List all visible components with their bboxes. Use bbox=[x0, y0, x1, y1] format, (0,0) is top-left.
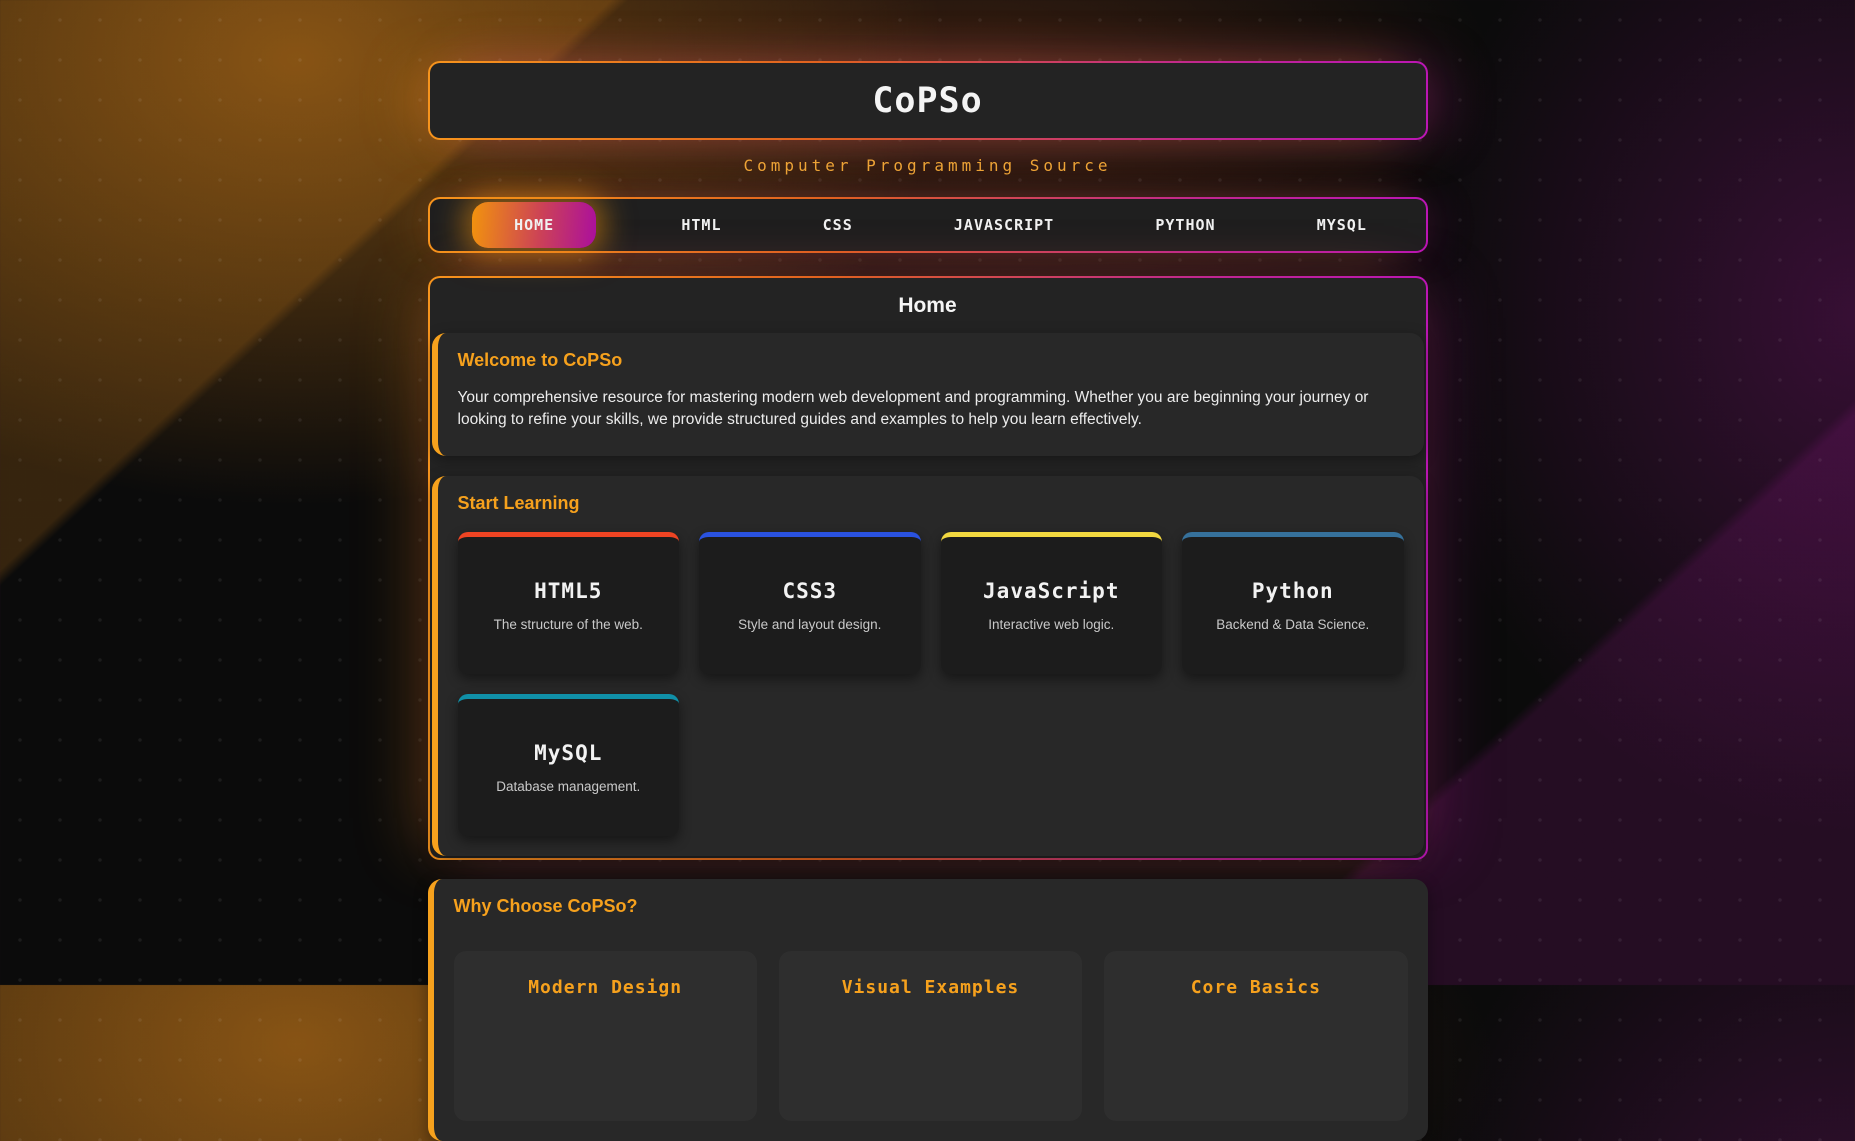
main-nav: HOME HTML CSS JAVASCRIPT PYTHON MYSQL bbox=[428, 197, 1428, 253]
welcome-heading: Welcome to CoPSo bbox=[458, 350, 1404, 371]
course-card-javascript[interactable]: JavaScript Interactive web logic. bbox=[941, 532, 1163, 674]
home-panel: Home Welcome to CoPSo Your comprehensive… bbox=[428, 276, 1428, 860]
site-header: CoPSo bbox=[428, 61, 1428, 140]
start-learning-section: Start Learning HTML5 The structure of th… bbox=[432, 476, 1424, 856]
course-title: JavaScript bbox=[983, 579, 1119, 603]
course-card-html5[interactable]: HTML5 The structure of the web. bbox=[458, 532, 680, 674]
nav-tab-mysql[interactable]: MYSQL bbox=[1301, 202, 1383, 248]
page-title: Home bbox=[432, 294, 1424, 318]
feature-card-grid: Modern Design Visual Examples Core Basic… bbox=[454, 951, 1408, 1121]
nav-tab-css[interactable]: CSS bbox=[807, 202, 869, 248]
why-choose-heading: Why Choose CoPSo? bbox=[454, 896, 1408, 917]
course-card-grid: HTML5 The structure of the web. CSS3 Sty… bbox=[458, 532, 1404, 836]
course-card-mysql[interactable]: MySQL Database management. bbox=[458, 694, 680, 836]
feature-card-visual-examples: Visual Examples bbox=[779, 951, 1082, 1121]
course-card-python[interactable]: Python Backend & Data Science. bbox=[1182, 532, 1404, 674]
welcome-section: Welcome to CoPSo Your comprehensive reso… bbox=[432, 333, 1424, 456]
feature-card-core-basics: Core Basics bbox=[1104, 951, 1407, 1121]
course-title: HTML5 bbox=[534, 579, 602, 603]
start-learning-heading: Start Learning bbox=[458, 493, 1404, 514]
course-title: Python bbox=[1252, 579, 1334, 603]
welcome-body: Your comprehensive resource for masterin… bbox=[458, 387, 1404, 432]
feature-title: Core Basics bbox=[1104, 977, 1407, 998]
site-title: CoPSo bbox=[872, 81, 982, 121]
course-description: Backend & Data Science. bbox=[1216, 617, 1369, 632]
nav-tab-home[interactable]: HOME bbox=[472, 202, 596, 248]
nav-tab-python[interactable]: PYTHON bbox=[1139, 202, 1231, 248]
page: { "header": { "title": "CoPSo", "subtitl… bbox=[0, 0, 1855, 985]
content-column: CoPSo Computer Programming Source HOME H… bbox=[428, 0, 1428, 1141]
course-title: MySQL bbox=[534, 741, 602, 765]
why-choose-section: Why Choose CoPSo? Modern Design Visual E… bbox=[428, 879, 1428, 1141]
nav-tab-javascript[interactable]: JAVASCRIPT bbox=[938, 202, 1070, 248]
site-subtitle: Computer Programming Source bbox=[428, 156, 1428, 175]
feature-title: Modern Design bbox=[454, 977, 757, 998]
course-card-css3[interactable]: CSS3 Style and layout design. bbox=[699, 532, 921, 674]
course-description: Style and layout design. bbox=[738, 617, 881, 632]
course-description: The structure of the web. bbox=[494, 617, 643, 632]
feature-card-modern-design: Modern Design bbox=[454, 951, 757, 1121]
feature-title: Visual Examples bbox=[779, 977, 1082, 998]
course-description: Database management. bbox=[496, 779, 640, 794]
nav-tab-html[interactable]: HTML bbox=[665, 202, 737, 248]
course-title: CSS3 bbox=[782, 579, 837, 603]
course-description: Interactive web logic. bbox=[988, 617, 1114, 632]
